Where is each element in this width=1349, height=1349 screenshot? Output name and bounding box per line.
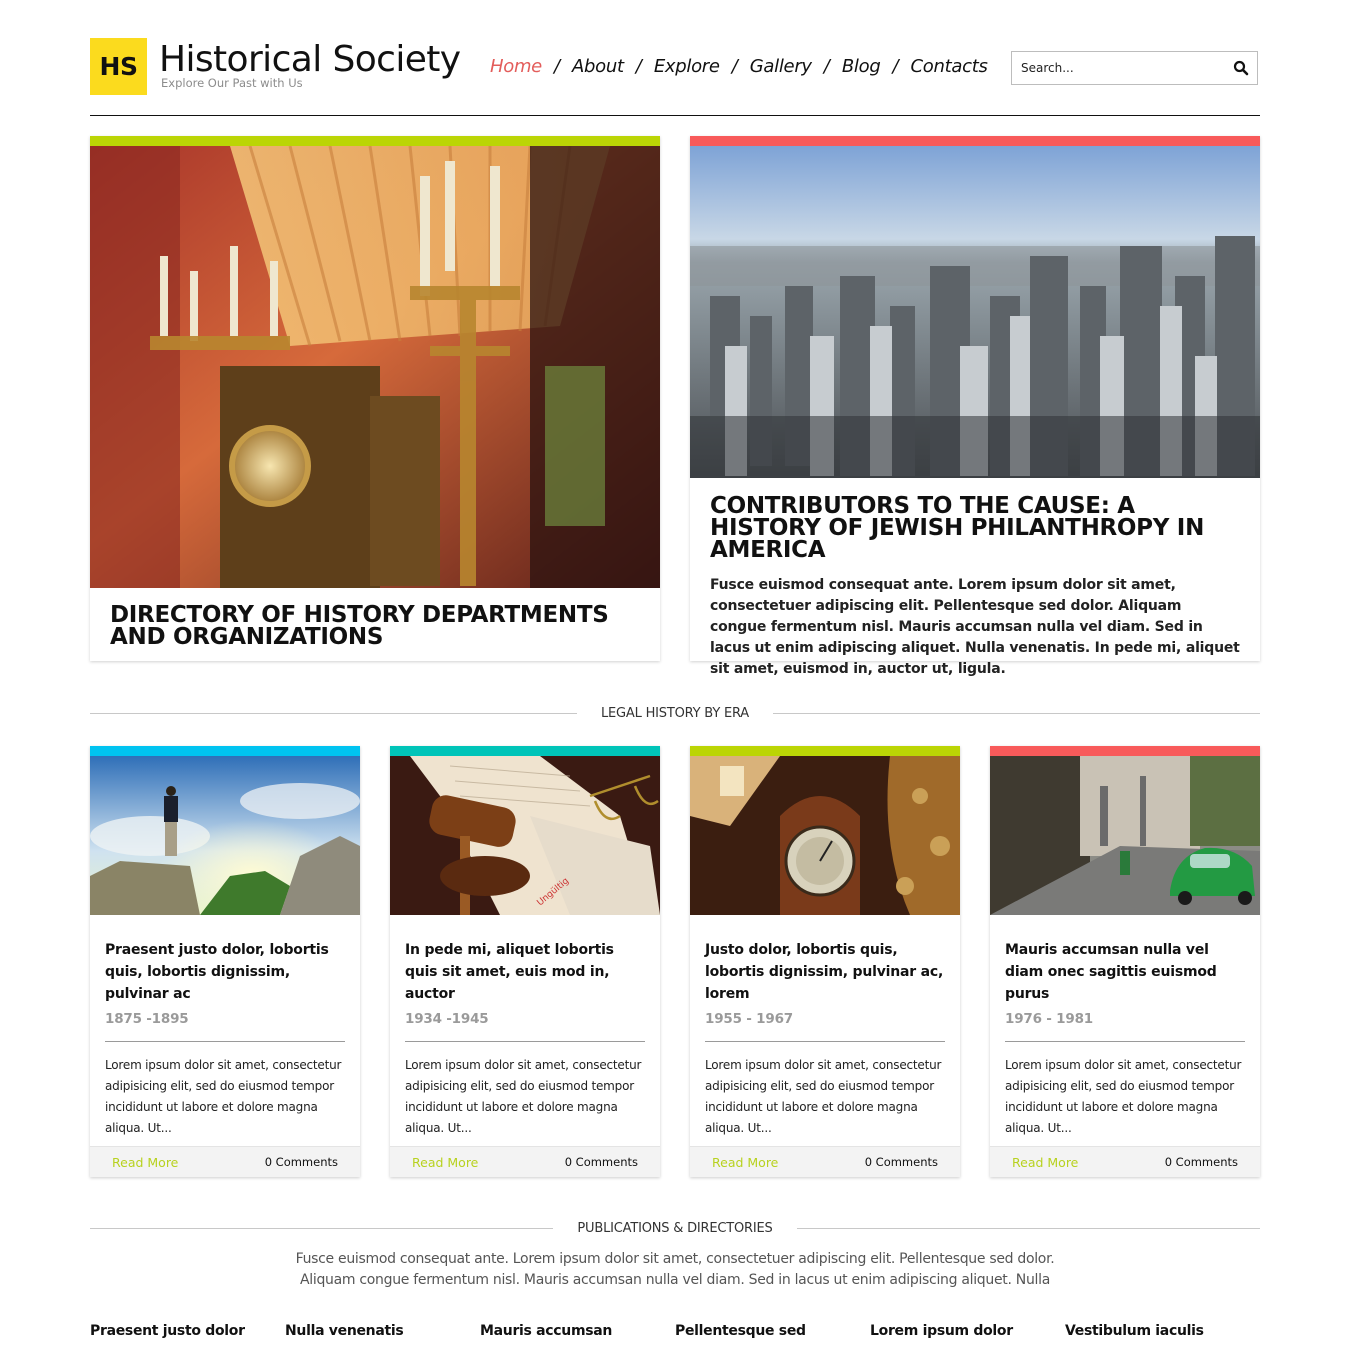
era-card-footer: Read More 0 Comments xyxy=(990,1146,1260,1177)
hiker-on-rock-image[interactable] xyxy=(90,756,360,915)
accent-bar xyxy=(90,746,360,756)
comments-count[interactable]: 0 Comments xyxy=(865,1155,938,1169)
divider-line xyxy=(105,1041,345,1042)
accent-bar xyxy=(690,136,1260,146)
divider-line xyxy=(405,1041,645,1042)
gavel-and-law-book-image[interactable]: Ungültig xyxy=(390,756,660,915)
accent-bar xyxy=(990,746,1260,756)
publications-links: Praesent justo dolor Nulla venenatis Mau… xyxy=(90,1323,1260,1339)
accent-bar xyxy=(90,136,660,146)
publications-intro-line: Fusce euismod consequat ante. Lorem ipsu… xyxy=(295,1251,1055,1267)
search-box xyxy=(1011,51,1258,85)
nav-separator: / xyxy=(553,56,561,77)
era-card-text: Lorem ipsum dolor sit amet, consectetur … xyxy=(705,1058,942,1135)
feature-text: Fusce euismod consequat ante. Lorem ipsu… xyxy=(710,577,1240,677)
era-card-text: Lorem ipsum dolor sit amet, consectetur … xyxy=(405,1058,642,1135)
era-card[interactable]: Justo dolor, lobortis quis, lobortis dig… xyxy=(690,746,960,1177)
nav-separator: / xyxy=(731,56,738,77)
section-heading-publications: PUBLICATIONS & DIRECTORIES xyxy=(90,1218,1261,1238)
feature-title[interactable]: CONTRIBUTORS TO THE CAUSE: A HISTORY OF … xyxy=(690,478,1260,562)
antique-clock-image[interactable] xyxy=(90,146,660,588)
section-title: PUBLICATIONS & DIRECTORIES xyxy=(577,1220,773,1236)
feature-card-directory[interactable]: DIRECTORY OF HISTORY DEPARTMENTS AND ORG… xyxy=(90,136,660,661)
city-skyline-image[interactable] xyxy=(690,146,1260,478)
era-card-title[interactable]: In pede mi, aliquet lobortis quis sit am… xyxy=(405,915,645,1005)
read-more-link[interactable]: Read More xyxy=(1012,1155,1078,1170)
search-icon[interactable] xyxy=(1233,60,1249,76)
nav-home[interactable]: Home xyxy=(490,56,542,77)
read-more-link[interactable]: Read More xyxy=(712,1155,778,1170)
era-years: 1976 - 1981 xyxy=(1005,1011,1093,1027)
nav-about[interactable]: About xyxy=(572,56,624,77)
header-divider xyxy=(90,115,1260,116)
era-card-footer: Read More 0 Comments xyxy=(90,1146,360,1177)
publication-link[interactable]: Mauris accumsan xyxy=(480,1323,675,1339)
feature-card-philanthropy[interactable]: CONTRIBUTORS TO THE CAUSE: A HISTORY OF … xyxy=(690,136,1260,677)
era-card-title[interactable]: Mauris accumsan nulla vel diam onec sagi… xyxy=(1005,915,1245,1005)
section-title: LEGAL HISTORY BY ERA xyxy=(601,705,750,721)
divider-line xyxy=(90,1227,554,1229)
era-card[interactable]: Praesent justo dolor, lobortis quis, lob… xyxy=(90,746,360,1177)
era-card[interactable]: Mauris accumsan nulla vel diam onec sagi… xyxy=(990,746,1260,1177)
read-more-link[interactable]: Read More xyxy=(112,1155,178,1170)
era-years: 1875 -1895 xyxy=(105,1011,189,1027)
comments-count[interactable]: 0 Comments xyxy=(265,1155,338,1169)
divider-line xyxy=(796,1227,1261,1229)
era-card-footer: Read More 0 Comments xyxy=(390,1146,660,1177)
nav-gallery[interactable]: Gallery xyxy=(750,56,812,77)
era-years: 1934 -1945 xyxy=(405,1011,489,1027)
era-card[interactable]: Ungültig In pede mi, aliquet lobortis qu… xyxy=(390,746,660,1177)
divider-line xyxy=(90,712,577,714)
publications-intro-line: Aliquam congue fermentum nisl. Mauris ac… xyxy=(300,1272,1050,1288)
era-card-title[interactable]: Justo dolor, lobortis quis, lobortis dig… xyxy=(705,915,945,1005)
nav-separator: / xyxy=(892,56,899,77)
era-card-text: Lorem ipsum dolor sit amet, consectetur … xyxy=(105,1058,342,1135)
nav-separator: / xyxy=(823,56,830,77)
era-card-text: Lorem ipsum dolor sit amet, consectetur … xyxy=(1005,1058,1242,1135)
accent-bar xyxy=(390,746,660,756)
site-header: HS Historical Society Explore Our Past w… xyxy=(90,38,1260,98)
site-tagline: Explore Our Past with Us xyxy=(161,76,303,90)
era-card-title[interactable]: Praesent justo dolor, lobortis quis, lob… xyxy=(105,915,345,1005)
divider-line xyxy=(705,1041,945,1042)
publication-link[interactable]: Nulla venenatis xyxy=(285,1323,480,1339)
feature-title[interactable]: DIRECTORY OF HISTORY DEPARTMENTS AND ORG… xyxy=(90,588,660,649)
street-green-car-image[interactable] xyxy=(990,756,1260,915)
read-more-link[interactable]: Read More xyxy=(412,1155,478,1170)
grandfather-clock-image[interactable] xyxy=(690,756,960,915)
divider-line xyxy=(1005,1041,1245,1042)
main-nav: Home / About / Explore / Gallery / Blog … xyxy=(490,56,988,77)
search-input[interactable] xyxy=(1012,52,1222,84)
accent-bar xyxy=(690,746,960,756)
logo-mark[interactable]: HS xyxy=(90,38,147,95)
nav-explore[interactable]: Explore xyxy=(654,56,720,77)
section-heading-era: LEGAL HISTORY BY ERA xyxy=(90,703,1261,723)
nav-contacts[interactable]: Contacts xyxy=(911,56,988,77)
publication-link[interactable]: Praesent justo dolor xyxy=(90,1323,285,1339)
era-card-footer: Read More 0 Comments xyxy=(690,1146,960,1177)
publications-intro: Fusce euismod consequat ante. Lorem ipsu… xyxy=(90,1249,1260,1291)
divider-line xyxy=(773,712,1261,714)
publication-link[interactable]: Lorem ipsum dolor xyxy=(870,1323,1065,1339)
publication-link[interactable]: Vestibulum iaculis xyxy=(1065,1323,1260,1339)
publication-link[interactable]: Pellentesque sed xyxy=(675,1323,870,1339)
comments-count[interactable]: 0 Comments xyxy=(1165,1155,1238,1169)
nav-blog[interactable]: Blog xyxy=(842,56,881,77)
era-years: 1955 - 1967 xyxy=(705,1011,793,1027)
nav-separator: / xyxy=(635,56,642,77)
comments-count[interactable]: 0 Comments xyxy=(565,1155,638,1169)
